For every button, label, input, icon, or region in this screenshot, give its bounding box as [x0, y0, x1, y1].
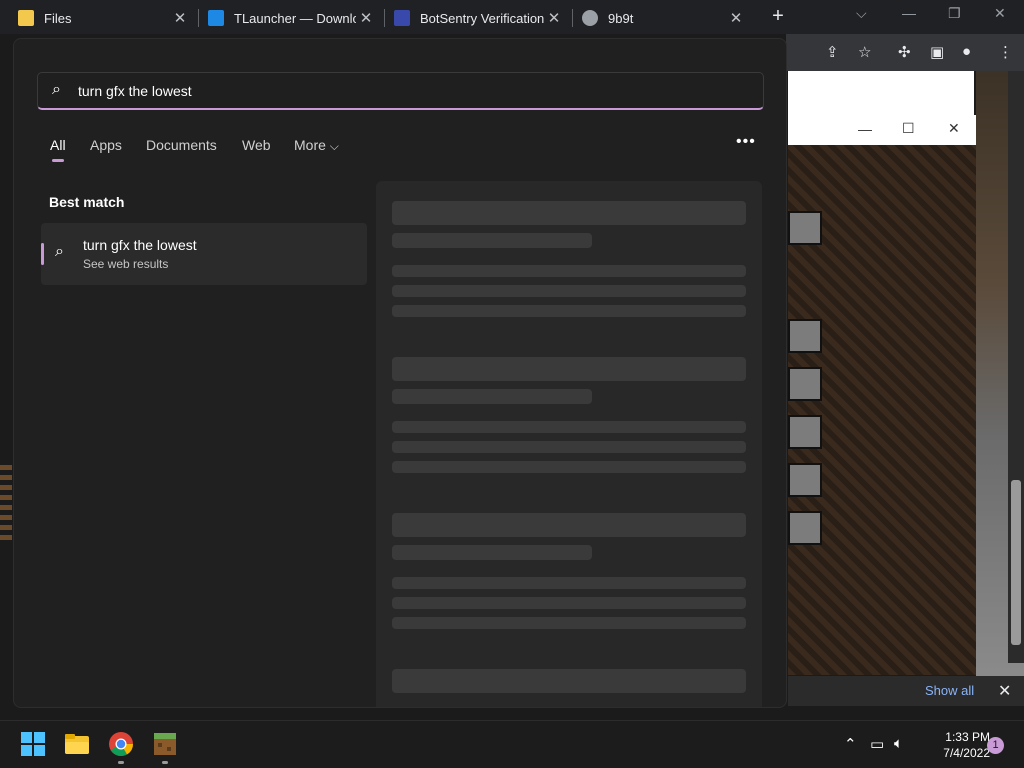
side-panel-icon[interactable]: ▣ [930, 43, 944, 61]
skeleton-line [392, 461, 746, 473]
filter-tab-more-label: More [294, 137, 326, 153]
skeleton-line [392, 357, 746, 381]
skeleton-line [392, 597, 746, 609]
files-icon [18, 10, 34, 26]
chevron-down-icon: ⌵ [329, 139, 339, 153]
file-explorer-icon[interactable] [64, 731, 90, 757]
star-icon[interactable]: ☆ [858, 43, 871, 61]
show-all-link[interactable]: Show all [925, 683, 974, 698]
show-hidden-icons-icon[interactable]: ⌃ [844, 735, 857, 753]
tab-botsentry[interactable]: BotSentry Verification ✕ [384, 2, 570, 34]
search-icon: ⌕ [55, 243, 64, 260]
scrollbar-thumb[interactable] [1011, 480, 1021, 645]
close-icon[interactable]: ✕ [170, 9, 190, 27]
skeleton-line [392, 513, 746, 537]
close-icon[interactable]: ✕ [726, 9, 746, 27]
game-button[interactable] [788, 319, 822, 353]
maximize-icon[interactable]: ☐ [902, 120, 915, 137]
clock-date: 7/4/2022 [943, 746, 990, 760]
extensions-icon[interactable]: ✣ [898, 43, 911, 61]
skeleton-line [392, 421, 746, 433]
start-icon[interactable] [20, 731, 46, 757]
result-title: turn gfx the lowest [83, 237, 197, 253]
restore-icon[interactable]: ❐ [948, 5, 961, 22]
result-subtitle: See web results [83, 257, 169, 271]
skeleton-line [392, 545, 592, 560]
close-icon[interactable]: ✕ [948, 120, 960, 137]
skeleton-line [392, 577, 746, 589]
preview-pane-loading [376, 181, 762, 707]
downloads-close-icon[interactable]: ✕ [998, 681, 1011, 701]
skeleton-line [392, 305, 746, 317]
selection-indicator [41, 243, 44, 265]
window-close-icon[interactable]: ✕ [994, 5, 1006, 22]
filter-tab-web[interactable]: Web [242, 137, 271, 153]
tab-files[interactable]: Files ✕ [8, 2, 196, 34]
background-game-image [0, 460, 12, 540]
filter-tab-apps[interactable]: Apps [90, 137, 122, 153]
minimize-icon[interactable]: — [902, 5, 916, 21]
search-input[interactable] [78, 79, 728, 103]
tab-9b9t[interactable]: 9b9t ✕ [572, 2, 752, 34]
best-match-heading: Best match [49, 194, 125, 210]
filter-tab-all[interactable]: All [50, 137, 66, 153]
skeleton-line [392, 265, 746, 277]
skeleton-line [392, 389, 592, 404]
tab-title: TLauncher — Downloa [234, 10, 356, 26]
launcher-window-titlebar: — ☐ ✕ [788, 115, 976, 145]
tab-title: 9b9t [608, 10, 634, 26]
web-page-area [788, 71, 974, 115]
minecraft-icon[interactable] [152, 731, 178, 757]
downloads-bar [788, 676, 1024, 706]
tlauncher-icon [208, 10, 224, 26]
game-button[interactable] [788, 367, 822, 401]
profile-icon[interactable]: ● [962, 43, 971, 60]
filter-tab-documents[interactable]: Documents [146, 137, 217, 153]
more-options-icon[interactable]: ••• [736, 133, 756, 151]
new-tab-button[interactable]: + [766, 5, 790, 29]
skeleton-line [392, 233, 592, 248]
search-icon: ⌕ [52, 81, 61, 98]
left-edge-background [0, 34, 14, 674]
botsentry-icon [394, 10, 410, 26]
minimize-icon[interactable]: — [858, 121, 872, 137]
tab-tlauncher[interactable]: TLauncher — Downloa ✕ [198, 2, 382, 34]
filter-tab-more[interactable]: More ⌵ [294, 137, 339, 154]
search-box[interactable]: ⌕ [37, 72, 764, 110]
skeleton-line [392, 441, 746, 453]
running-indicator [162, 761, 168, 764]
network-icon[interactable]: ▭ [870, 735, 884, 753]
menu-icon[interactable]: ⋮ [998, 43, 1013, 61]
best-match-result[interactable]: ⌕ turn gfx the lowest See web results [41, 223, 367, 285]
skeleton-line [392, 669, 746, 693]
close-icon[interactable]: ✕ [544, 9, 564, 27]
clock-time: 1:33 PM [945, 730, 990, 744]
tab-search-icon[interactable]: ⌵ [856, 5, 867, 22]
close-icon[interactable]: ✕ [356, 9, 376, 27]
active-tab-indicator [52, 159, 64, 162]
taskbar: ⌃ ▭ 🔈︎ 1:33 PM 7/4/2022 1 [0, 720, 1024, 768]
notification-badge[interactable]: 1 [987, 737, 1004, 754]
clock[interactable]: 1:33 PM 7/4/2022 [910, 729, 990, 761]
globe-icon [582, 10, 598, 26]
running-indicator [118, 761, 124, 764]
skeleton-line [392, 285, 746, 297]
skeleton-line [392, 201, 746, 225]
volume-icon[interactable]: 🔈︎ [894, 735, 903, 752]
game-button[interactable] [788, 463, 822, 497]
game-button[interactable] [788, 511, 822, 545]
chrome-icon[interactable] [108, 731, 134, 757]
share-icon[interactable]: ⇪ [826, 43, 839, 61]
search-flyout: ⌕ All Apps Documents Web More ⌵ ••• Best… [13, 38, 787, 708]
tab-title: BotSentry Verification [420, 10, 544, 26]
game-button[interactable] [788, 415, 822, 449]
skeleton-line [392, 617, 746, 629]
game-button[interactable] [788, 211, 822, 245]
tab-title: Files [44, 10, 72, 26]
